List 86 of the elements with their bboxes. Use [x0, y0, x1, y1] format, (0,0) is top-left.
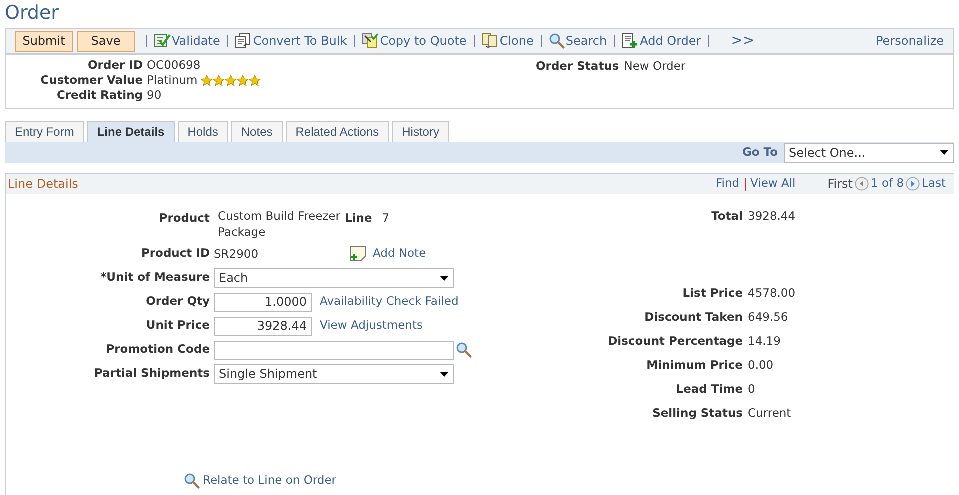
toolbar-link[interactable]: Copy to Quote [380, 32, 467, 50]
caret-icon [440, 372, 449, 376]
field-label: Lead Time [675, 381, 744, 398]
page-position: 1 of 8 [871, 175, 904, 192]
header-label: Customer Value [40, 72, 144, 89]
star-icon [236, 74, 249, 86]
search-icon[interactable] [548, 33, 565, 49]
field-value: Current [748, 405, 792, 422]
field-label: *Unit of Measure [100, 269, 211, 286]
field-label: Minimum Price [646, 357, 744, 374]
star-icon [212, 74, 225, 86]
caret-icon [440, 276, 449, 280]
field-value: Custom Build Freezer Package [218, 208, 342, 240]
field-label: Partial Shipments [93, 365, 211, 382]
header-label: Order Status [536, 58, 620, 75]
personalize-link[interactable]: Personalize [876, 32, 944, 50]
search-icon[interactable] [456, 342, 472, 358]
header-label: Credit Rating [56, 86, 144, 104]
next-icon[interactable] [906, 177, 920, 191]
first-label: First [828, 176, 853, 193]
toolbar-link[interactable]: Validate [172, 32, 220, 50]
caret-icon [940, 150, 949, 155]
toolbar-button[interactable]: Submit [15, 30, 73, 52]
field-label: Selling Status [652, 405, 744, 422]
page-title: Order [4, 1, 60, 26]
tab[interactable]: Line Details [87, 121, 175, 142]
toolbar-link[interactable]: Search [566, 32, 608, 50]
field-value: 0.00 [748, 357, 774, 374]
relate-link[interactable]: Relate to Line on Order [203, 472, 337, 490]
field-value: 649.56 [748, 309, 788, 326]
tab[interactable]: History [392, 121, 450, 142]
add-note-link[interactable]: Add Note [373, 245, 426, 263]
field-label: Discount Taken [644, 309, 744, 326]
copy-document-icon[interactable] [362, 33, 380, 49]
header-label: Order ID [87, 56, 144, 74]
view-all-link[interactable]: View All [750, 175, 796, 193]
previous-icon[interactable] [855, 177, 869, 191]
star-icon [224, 74, 237, 86]
goto-label: Go To [742, 144, 778, 161]
goto-dropdown[interactable]: Select One... [784, 142, 954, 162]
field-label: List Price [682, 285, 744, 302]
search-icon[interactable] [184, 473, 200, 490]
document-plus-icon[interactable] [622, 33, 640, 49]
field-value: SR2900 [214, 246, 260, 263]
note-plus-icon[interactable] [350, 246, 368, 262]
section-title: Line Details [8, 176, 78, 193]
document-check-icon[interactable] [154, 33, 171, 49]
field-value: 3928.44 [748, 208, 796, 226]
header-value: 90 [147, 86, 162, 104]
input-field[interactable] [214, 340, 454, 360]
field-label: Product [158, 210, 211, 227]
tab[interactable]: Notes [231, 121, 283, 142]
find-link[interactable]: Find [716, 175, 740, 193]
dropdown-field[interactable]: Each [214, 268, 454, 288]
tab[interactable]: Holds [178, 121, 228, 142]
header-value: Platinum [147, 72, 198, 89]
star-icon [248, 74, 261, 86]
field-value: 0 [748, 381, 756, 398]
field-label: Line [345, 210, 372, 227]
last-link[interactable]: Last [922, 175, 946, 193]
input-field[interactable]: 1.0000 [214, 292, 312, 312]
input-field[interactable]: 3928.44 [214, 316, 312, 336]
toolbar-button[interactable]: Save [77, 30, 135, 52]
tab[interactable]: Entry Form [5, 121, 84, 142]
header-value: New Order [624, 58, 686, 75]
tab[interactable]: Related Actions [286, 121, 390, 142]
field-label: Product ID [140, 245, 211, 262]
header-value: OC00698 [147, 56, 201, 74]
field-label: Total [710, 208, 744, 226]
dropdown-field[interactable]: Single Shipment [214, 364, 454, 384]
clone-documents-icon[interactable] [482, 33, 499, 49]
toolbar-link[interactable]: Convert To Bulk [253, 32, 348, 50]
documents-icon[interactable] [235, 33, 252, 49]
more-link[interactable]: >> [731, 30, 755, 52]
toolbar-link[interactable]: Add Order [640, 32, 702, 50]
field-link[interactable]: View Adjustments [320, 317, 423, 335]
field-label: Order Qty [145, 293, 211, 310]
field-link[interactable]: Availability Check Failed [320, 293, 459, 311]
star-icon [200, 74, 213, 86]
toolbar-link[interactable]: Clone [500, 32, 534, 50]
field-value: 14.19 [748, 333, 781, 350]
field-label: Discount Percentage [607, 333, 744, 350]
field-label: Unit Price [145, 317, 211, 334]
field-value: 7 [382, 210, 390, 227]
field-label: Promotion Code [105, 341, 211, 358]
field-value: 4578.00 [748, 285, 796, 302]
